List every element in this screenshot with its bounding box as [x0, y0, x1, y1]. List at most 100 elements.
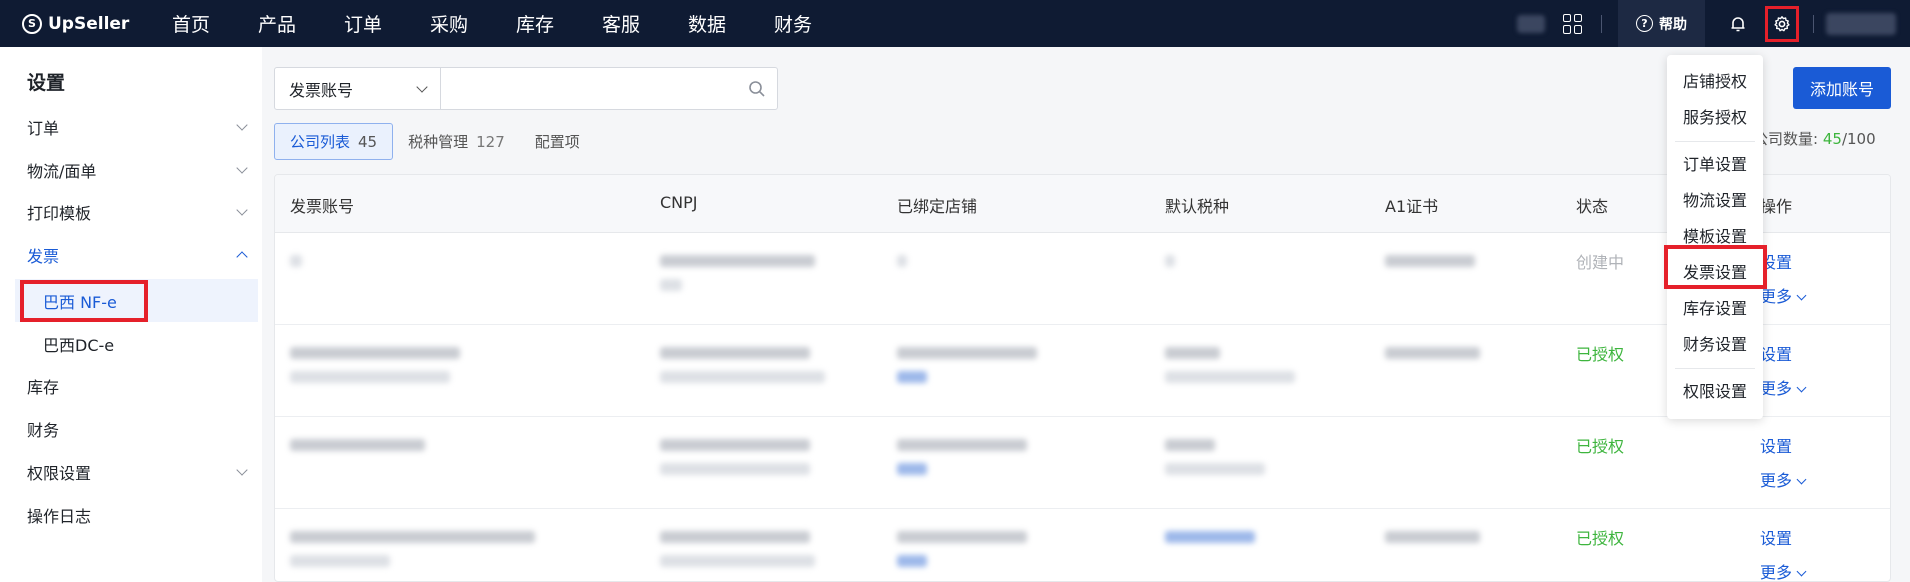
blurred-cell	[290, 439, 425, 451]
bell-icon[interactable]	[1729, 15, 1747, 33]
sidebar-item-permissions[interactable]: 权限设置	[27, 460, 252, 484]
menu-item-inventory-settings[interactable]: 库存设置	[1667, 295, 1763, 319]
tab-count: 45	[358, 132, 378, 151]
sidebar-item-orders[interactable]: 订单	[27, 115, 252, 139]
chevron-down-icon	[1796, 474, 1807, 485]
column-cnpj: CNPJ	[660, 193, 698, 212]
search-input[interactable]	[441, 68, 737, 109]
blurred-info	[1517, 14, 1545, 33]
sidebar-item-invoice[interactable]: 发票	[27, 243, 252, 267]
column-actions: 操作	[1760, 197, 1793, 216]
column-status: 状态	[1576, 197, 1609, 216]
blurred-tag	[897, 463, 927, 475]
menu-item-service-auth[interactable]: 服务授权	[1667, 104, 1763, 128]
blurred-cell	[660, 371, 825, 383]
menu-item-finance-settings[interactable]: 财务设置	[1667, 331, 1763, 355]
search-icon[interactable]	[737, 80, 777, 98]
status-badge: 创建中	[1576, 253, 1625, 272]
company-count-total: /100	[1841, 130, 1876, 148]
company-table: 发票账号 CNPJ 已绑定店铺 默认税种 A1证书 状态 操作 创建中 设置 更…	[274, 174, 1891, 582]
status-badge: 已授权	[1576, 345, 1625, 364]
blurred-cell	[290, 255, 302, 267]
tab-tax-management[interactable]: 税种管理 127	[393, 123, 520, 160]
tab-label: 配置项	[534, 133, 580, 151]
logo-text: UpSeller	[48, 13, 130, 34]
blurred-cell	[1385, 531, 1480, 543]
menu-item-template-settings[interactable]: 模板设置	[1667, 223, 1763, 247]
blurred-cell	[1165, 371, 1295, 383]
blurred-tag	[897, 371, 927, 383]
row-settings-link[interactable]: 设置	[1760, 433, 1792, 457]
highlight-box-invoice-settings	[1664, 245, 1767, 289]
row-settings-link[interactable]: 设置	[1760, 525, 1792, 549]
search-select-value: 发票账号	[289, 80, 354, 100]
nav-products[interactable]: 产品	[258, 10, 344, 37]
sidebar-item-finance[interactable]: 财务	[27, 417, 252, 441]
sidebar-item-label: 权限设置	[27, 464, 92, 483]
nav-inventory[interactable]: 库存	[516, 10, 602, 37]
chevron-down-icon	[1796, 566, 1807, 577]
tab-count: 127	[476, 132, 505, 151]
nav-home[interactable]: 首页	[172, 10, 258, 37]
nav-purchase[interactable]: 采购	[430, 10, 516, 37]
blurred-cell	[897, 255, 907, 267]
table-row: 创建中 设置 更多	[275, 233, 1890, 325]
blurred-cell	[1165, 531, 1255, 543]
menu-divider	[1675, 368, 1755, 369]
upseller-logo[interactable]: S UpSeller	[22, 13, 152, 34]
menu-item-permission-settings[interactable]: 权限设置	[1667, 378, 1763, 402]
blurred-cell	[660, 255, 815, 267]
menu-item-logistics-settings[interactable]: 物流设置	[1667, 187, 1763, 211]
sidebar-subitem-brazil-dce[interactable]: 巴西DC-e	[15, 322, 258, 365]
tab-config[interactable]: 配置项	[520, 123, 595, 160]
nav-data[interactable]: 数据	[688, 10, 774, 37]
blurred-cell	[1165, 439, 1215, 451]
user-avatar[interactable]	[1826, 12, 1896, 35]
blurred-cell	[660, 439, 810, 451]
status-badge: 已授权	[1576, 437, 1625, 456]
blurred-cell	[660, 555, 815, 567]
sidebar-item-label: 发票	[27, 247, 60, 266]
sidebar-item-label: 库存	[27, 378, 60, 397]
chevron-down-icon	[236, 204, 248, 216]
search-field-select[interactable]: 发票账号	[275, 68, 441, 109]
column-default-tax: 默认税种	[1165, 197, 1230, 216]
settings-button[interactable]	[1765, 5, 1799, 42]
row-more-link[interactable]: 更多	[1760, 375, 1807, 399]
top-right-tools: ? 帮助	[1517, 0, 1910, 47]
tab-company-list[interactable]: 公司列表 45	[274, 123, 394, 160]
divider	[1813, 14, 1814, 33]
blurred-cell	[897, 347, 1037, 359]
row-more-link[interactable]: 更多	[1760, 559, 1807, 581]
sidebar-title: 设置	[27, 72, 66, 94]
nav-customer-service[interactable]: 客服	[602, 10, 688, 37]
row-settings-link[interactable]: 设置	[1760, 341, 1792, 365]
chevron-down-icon	[236, 119, 248, 131]
menu-item-order-settings[interactable]: 订单设置	[1667, 151, 1763, 175]
blurred-cell	[290, 371, 450, 383]
sidebar-item-operation-log[interactable]: 操作日志	[27, 503, 252, 527]
nav-finance[interactable]: 财务	[774, 10, 860, 37]
sidebar-item-label: 物流/面单	[27, 162, 97, 181]
blurred-cell	[1165, 255, 1175, 267]
sidebar-item-logistics[interactable]: 物流/面单	[27, 158, 252, 182]
row-more-link[interactable]: 更多	[1760, 467, 1807, 491]
settings-dropdown-menu: 店铺授权 服务授权 订单设置 物流设置 模板设置 发票设置 库存设置 财务设置 …	[1667, 55, 1763, 419]
chevron-up-icon	[236, 251, 248, 263]
apps-grid-icon[interactable]	[1563, 13, 1583, 34]
search-bar: 发票账号	[274, 67, 778, 110]
blurred-cell	[660, 279, 682, 291]
sidebar-item-inventory[interactable]: 库存	[27, 374, 252, 398]
divider	[1601, 14, 1602, 33]
sidebar-item-label: 订单	[27, 119, 60, 138]
sidebar-item-print-templates[interactable]: 打印模板	[27, 200, 252, 224]
menu-item-store-auth[interactable]: 店铺授权	[1667, 68, 1763, 92]
chevron-down-icon	[236, 162, 248, 174]
status-badge: 已授权	[1576, 529, 1625, 548]
nav-orders[interactable]: 订单	[344, 10, 430, 37]
chevron-down-icon	[236, 464, 248, 476]
help-button[interactable]: ? 帮助	[1618, 0, 1705, 47]
logo-icon: S	[22, 13, 42, 34]
tab-label: 公司列表	[290, 133, 351, 151]
add-account-button[interactable]: 添加账号	[1793, 67, 1891, 109]
